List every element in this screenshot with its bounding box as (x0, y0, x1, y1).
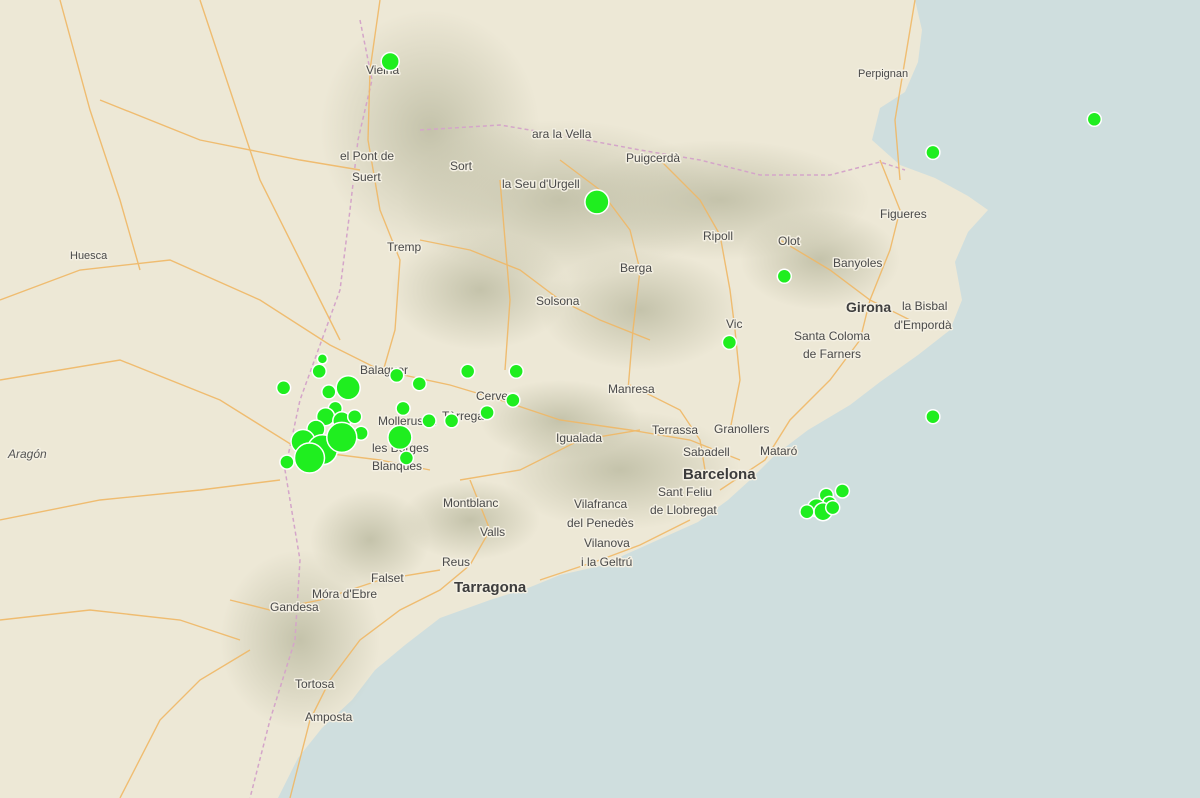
map-marker-41[interactable] (824, 499, 841, 516)
place-label-granollers: Granollers (714, 422, 769, 436)
place-label-tremp: Tremp (387, 240, 422, 254)
place-label-figueres: Figueres (880, 207, 927, 221)
place-label-la-bisbal: la Bisbal (902, 299, 947, 313)
map-marker-2[interactable] (584, 189, 610, 215)
place-label-de-farners: de Farners (803, 347, 861, 361)
map-marker-11[interactable] (321, 384, 337, 400)
place-label-barcelona: Barcelona (683, 466, 756, 483)
place-label-santa-coloma: Santa Coloma (794, 329, 870, 343)
place-label-gandesa: Gandesa (270, 600, 319, 614)
place-label-falset: Falset (371, 571, 404, 585)
map-marker-9[interactable] (311, 363, 327, 380)
place-label-suert: Suert (352, 170, 381, 184)
map-marker-6[interactable] (721, 334, 738, 351)
place-label-solsona: Solsona (536, 294, 580, 308)
map-marker-7[interactable] (925, 408, 941, 425)
place-label-olot: Olot (778, 234, 801, 248)
place-label-ripoll: Ripoll (703, 229, 733, 243)
place-label-perpignan: Perpignan (858, 68, 908, 80)
map-marker-25[interactable] (387, 424, 413, 451)
place-label-montblanc: Montblanc (443, 496, 498, 510)
place-label-sort: Sort (450, 159, 473, 173)
place-label-banyoles: Banyoles (833, 256, 882, 270)
map-marker-33[interactable] (279, 454, 295, 470)
place-label-i-la-geltru: i la Geltrú (581, 555, 632, 569)
place-label-vic: Vic (726, 317, 742, 331)
map-marker-8[interactable] (316, 353, 329, 365)
map-marker-19[interactable] (395, 400, 411, 417)
map-marker-18[interactable] (479, 404, 495, 421)
place-label-puigcerda: Puigcerdà (626, 151, 680, 165)
map-marker-3[interactable] (1086, 111, 1103, 128)
place-label-vilanova: Vilanova (584, 536, 630, 550)
map-marker-16[interactable] (508, 363, 524, 380)
map-viewport[interactable]: Perpignan Vielha el Pont de Suert Sort ara la… (0, 0, 1200, 798)
place-label-tarragona: Tarragona (454, 579, 527, 596)
place-label-huesca: Huesca (70, 250, 108, 262)
map-marker-5[interactable] (776, 268, 793, 285)
map-marker-13[interactable] (388, 367, 405, 384)
place-label-aragon: Aragón (7, 447, 47, 461)
place-label-del-penedes: del Penedès (567, 516, 634, 530)
map-canvas[interactable]: PerpignanVielhael Pont deSuertSortara la… (0, 0, 1200, 798)
place-label-de-llobregat: de Llobregat (650, 503, 717, 517)
map-marker-40[interactable] (799, 503, 815, 520)
map-marker-23[interactable] (346, 408, 363, 425)
place-label-mora-d-ebre: Móra d'Ebre (312, 587, 377, 601)
place-label-d-emporda: d'Empordà (894, 318, 952, 332)
place-label-tortosa: Tortosa (295, 677, 335, 691)
map-marker-12[interactable] (335, 375, 361, 401)
place-label-la-seu-d-urgell: la Seu d'Urgell (502, 177, 580, 191)
map-marker-10[interactable] (275, 380, 292, 396)
map-marker-14[interactable] (411, 375, 428, 392)
map-marker-32[interactable] (293, 442, 326, 474)
place-label-berga: Berga (620, 261, 652, 275)
place-label-amposta: Amposta (305, 710, 353, 724)
place-label-mataro: Mataró (760, 444, 798, 458)
place-label-vilafranca: Vilafranca (574, 497, 627, 511)
map-marker-26[interactable] (443, 413, 460, 429)
map-marker-31[interactable] (326, 421, 358, 454)
map-marker-24[interactable] (421, 413, 437, 429)
place-label-sant-feliu: Sant Feliu (658, 485, 712, 499)
map-marker-15[interactable] (459, 363, 476, 380)
place-label-ara-la-vella: ara la Vella (532, 127, 592, 141)
map-marker-34[interactable] (398, 450, 415, 466)
place-label-reus: Reus (442, 555, 470, 569)
map-marker-36[interactable] (834, 483, 851, 499)
place-label-girona: Girona (846, 299, 891, 315)
map-marker-4[interactable] (925, 144, 941, 161)
map-marker-1[interactable] (380, 51, 400, 72)
place-label-el-pont-de: el Pont de (340, 149, 394, 163)
place-label-valls: Valls (480, 525, 505, 539)
place-label-terrassa: Terrassa (652, 423, 698, 437)
map-marker-17[interactable] (505, 392, 521, 408)
place-label-igualada: Igualada (556, 431, 602, 445)
place-label-sabadell: Sabadell (683, 445, 730, 459)
place-label-manresa: Manresa (608, 382, 655, 396)
place-label-blanques: Blanques (372, 459, 422, 473)
